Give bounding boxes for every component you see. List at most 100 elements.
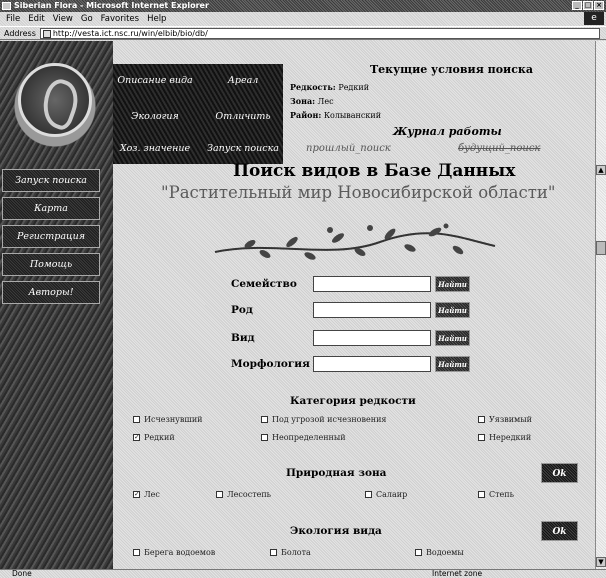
menu-favorites[interactable]: Favorites (101, 14, 139, 24)
title-bar: Siberian Flora - Microsoft Internet Expl… (0, 0, 606, 12)
nav-distinguish[interactable]: Отличить (201, 104, 285, 129)
menu-edit[interactable]: Edit (28, 14, 44, 24)
checkbox-label: Нередкий (489, 433, 532, 442)
address-url: http://vesta.ict.nsc.ru/win/elbib/bio/db… (52, 28, 208, 38)
side-nav-help[interactable]: Помощь (2, 253, 100, 276)
nav-economic-value[interactable]: Хоз. значение (113, 136, 197, 161)
checkbox-label: Лесостепь (227, 490, 272, 499)
menu-view[interactable]: View (53, 14, 73, 24)
minimize-button[interactable]: _ (572, 1, 582, 10)
side-nav-map[interactable]: Карта (2, 197, 100, 220)
nav-species-description[interactable]: Описание вида (113, 68, 197, 93)
checkbox-label: Лес (144, 490, 160, 499)
journal-heading: Журнал работы (393, 125, 502, 138)
next-search-link[interactable]: будущий_поиск (458, 143, 540, 154)
rarity-extinct-checkbox[interactable]: Исчезнувший (133, 415, 203, 424)
checkbox-label: Болота (281, 548, 311, 557)
species-row: Вид Найти (231, 329, 470, 347)
checkbox-label: Берега водоемов (144, 548, 216, 557)
species-label: Вид (231, 332, 255, 344)
checkbox-label: Степь (489, 490, 514, 499)
family-label: Семейство (231, 278, 297, 290)
morphology-input[interactable] (313, 356, 431, 372)
checkbox-box (478, 491, 485, 498)
checkbox-box (365, 491, 372, 498)
condition-zone: Зона: Лес (290, 96, 334, 106)
ie-icon (2, 2, 11, 10)
zone-salair-checkbox[interactable]: Салаир (365, 490, 407, 499)
checkbox-label: Под угрозой исчезновения (272, 415, 387, 424)
family-find-button[interactable]: Найти (435, 276, 470, 292)
scroll-thumb[interactable] (596, 241, 606, 255)
ecology-swamps-checkbox[interactable]: Болота (270, 548, 311, 557)
checkbox-box (261, 416, 268, 423)
ecology-title: Экология вида (290, 525, 382, 537)
nav-range[interactable]: Ареал (201, 68, 285, 93)
zone-title: Природная зона (286, 467, 387, 479)
close-button[interactable]: × (594, 1, 604, 10)
nav-start-search[interactable]: Запуск поиска (201, 136, 285, 161)
family-row: Семейство Найти (231, 275, 470, 293)
menu-file[interactable]: File (6, 14, 20, 24)
rarity-notrare-checkbox[interactable]: Нередкий (478, 433, 531, 442)
window-controls: _ □ × (572, 1, 604, 10)
nav-ecology[interactable]: Экология (113, 104, 197, 129)
ie-logo-icon: e (584, 12, 604, 25)
checkmark-icon: ✓ (133, 490, 140, 498)
species-find-button[interactable]: Найти (435, 330, 470, 346)
region-label: Район: (290, 110, 322, 120)
morphology-find-button[interactable]: Найти (435, 356, 470, 372)
rarity-endangered-checkbox[interactable]: Под угрозой исчезновения (261, 415, 386, 424)
zone-ok-button[interactable]: Ok (541, 463, 578, 483)
checkbox-box (478, 416, 485, 423)
checkbox-box (133, 416, 140, 423)
checkbox-label: Редкий (144, 433, 175, 442)
scroll-down-icon[interactable]: ▼ (596, 557, 606, 567)
maximize-button[interactable]: □ (583, 1, 593, 10)
genus-label: Род (231, 304, 253, 316)
genus-input[interactable] (313, 302, 431, 318)
rarity-undefined-checkbox[interactable]: Неопределенный (261, 433, 346, 442)
genus-find-button[interactable]: Найти (435, 302, 470, 318)
side-nav-register[interactable]: Регистрация (2, 225, 100, 248)
side-nav-authors[interactable]: Авторы! (2, 281, 100, 304)
menu-go[interactable]: Go (81, 14, 93, 24)
conditions-heading: Текущие условия поиска (370, 63, 533, 76)
family-input[interactable] (313, 276, 431, 292)
rarity-rare-checkbox[interactable]: ✓ Редкий (133, 433, 175, 442)
condition-region: Район: Колыванский (290, 110, 381, 120)
zone-steppe-checkbox[interactable]: Степь (478, 490, 514, 499)
ecology-waters-checkbox[interactable]: Водоемы (415, 548, 464, 557)
page-subtitle: "Растительный мир Новосибирской области" (161, 183, 556, 202)
vertical-scrollbar[interactable]: ▲ ▼ (595, 41, 606, 569)
side-nav-search[interactable]: Запуск поиска (2, 169, 100, 192)
address-input[interactable]: http://vesta.ict.nsc.ru/win/elbib/bio/db… (39, 27, 600, 39)
prev-search-link[interactable]: прошлый_поиск (306, 143, 391, 154)
zone-label: Зона: (290, 96, 316, 106)
menu-bar: File Edit View Go Favorites Help e (0, 12, 606, 25)
zone-forest-checkbox[interactable]: ✓ Лес (133, 490, 160, 499)
checkbox-box (261, 434, 268, 441)
zone-forest-steppe-checkbox[interactable]: Лесостепь (216, 490, 271, 499)
status-zone: Internet zone (432, 569, 483, 578)
morphology-label: Морфология (231, 358, 310, 370)
rarity-label: Редкость: (290, 82, 336, 92)
address-label: Address (4, 28, 36, 38)
menu-help[interactable]: Help (147, 14, 166, 24)
morphology-row: Морфология Найти (231, 355, 470, 373)
ecology-ok-button[interactable]: Ok (541, 521, 578, 541)
region-value: Колыванский (323, 111, 382, 120)
rarity-vulnerable-checkbox[interactable]: Уязвимый (478, 415, 532, 424)
checkbox-label: Неопределенный (272, 433, 346, 442)
checkbox-box (478, 434, 485, 441)
checkbox-box (270, 549, 277, 556)
ecology-shores-checkbox[interactable]: Берега водоемов (133, 548, 215, 557)
zone-value: Лес (317, 97, 334, 106)
species-input[interactable] (313, 330, 431, 346)
floral-ornament (214, 223, 496, 260)
genus-row: Род Найти (231, 301, 470, 319)
top-nav: Описание вида Ареал Экология Отличить Хо… (113, 64, 283, 164)
scroll-up-icon[interactable]: ▲ (596, 165, 606, 175)
status-bar: Done Internet zone (0, 569, 606, 578)
checkbox-box (216, 491, 223, 498)
